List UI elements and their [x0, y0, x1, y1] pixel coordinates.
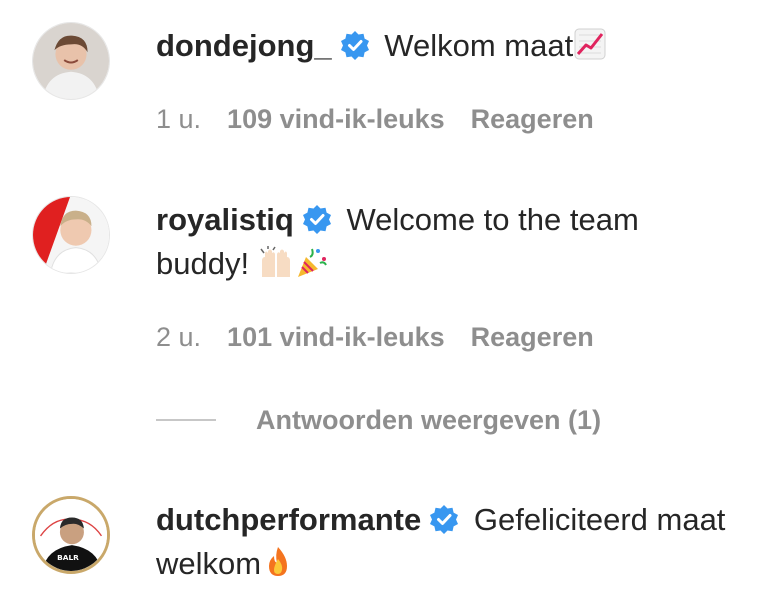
- username[interactable]: royalistiq: [156, 202, 294, 237]
- comment-meta: 2 u. 101 vind-ik-leuks Reageren: [156, 322, 620, 353]
- avatar[interactable]: [32, 196, 110, 274]
- comment-text: dutchperformante Gefeliciteerd maat welk…: [156, 498, 736, 586]
- comment-body: Welkom maat: [375, 28, 574, 63]
- comment-time: 1 u.: [156, 104, 202, 134]
- verified-badge-icon: [340, 30, 370, 60]
- chart-increasing-emoji-icon: [573, 27, 607, 61]
- username[interactable]: dutchperformante: [156, 502, 421, 537]
- fire-emoji-icon: [261, 545, 295, 579]
- comment-time: 2 u.: [156, 322, 202, 352]
- party-popper-emoji-icon: [294, 245, 328, 279]
- like-count[interactable]: 109 vind-ik-leuks: [227, 104, 445, 134]
- avatar[interactable]: [32, 22, 110, 100]
- view-replies-button[interactable]: Antwoorden weergeven (1): [156, 398, 601, 442]
- view-replies-label[interactable]: Antwoorden weergeven (1): [256, 405, 601, 436]
- reply-button[interactable]: Reageren: [471, 322, 594, 352]
- verified-badge-icon: [429, 504, 459, 534]
- raising-hands-emoji-icon: [258, 245, 294, 279]
- comment-meta: 1 u. 109 vind-ik-leuks Reageren: [156, 104, 620, 135]
- like-count[interactable]: 101 vind-ik-leuks: [227, 322, 445, 352]
- avatar[interactable]: BALR: [32, 496, 110, 574]
- comment-text: royalistiq Welcome to the team buddy!: [156, 198, 736, 286]
- comment-text: dondejong_ Welkom maat: [156, 24, 736, 68]
- username[interactable]: dondejong_: [156, 28, 332, 63]
- svg-text:BALR: BALR: [57, 553, 79, 562]
- divider-line: [156, 419, 216, 421]
- reply-button[interactable]: Reageren: [471, 104, 594, 134]
- verified-badge-icon: [302, 204, 332, 234]
